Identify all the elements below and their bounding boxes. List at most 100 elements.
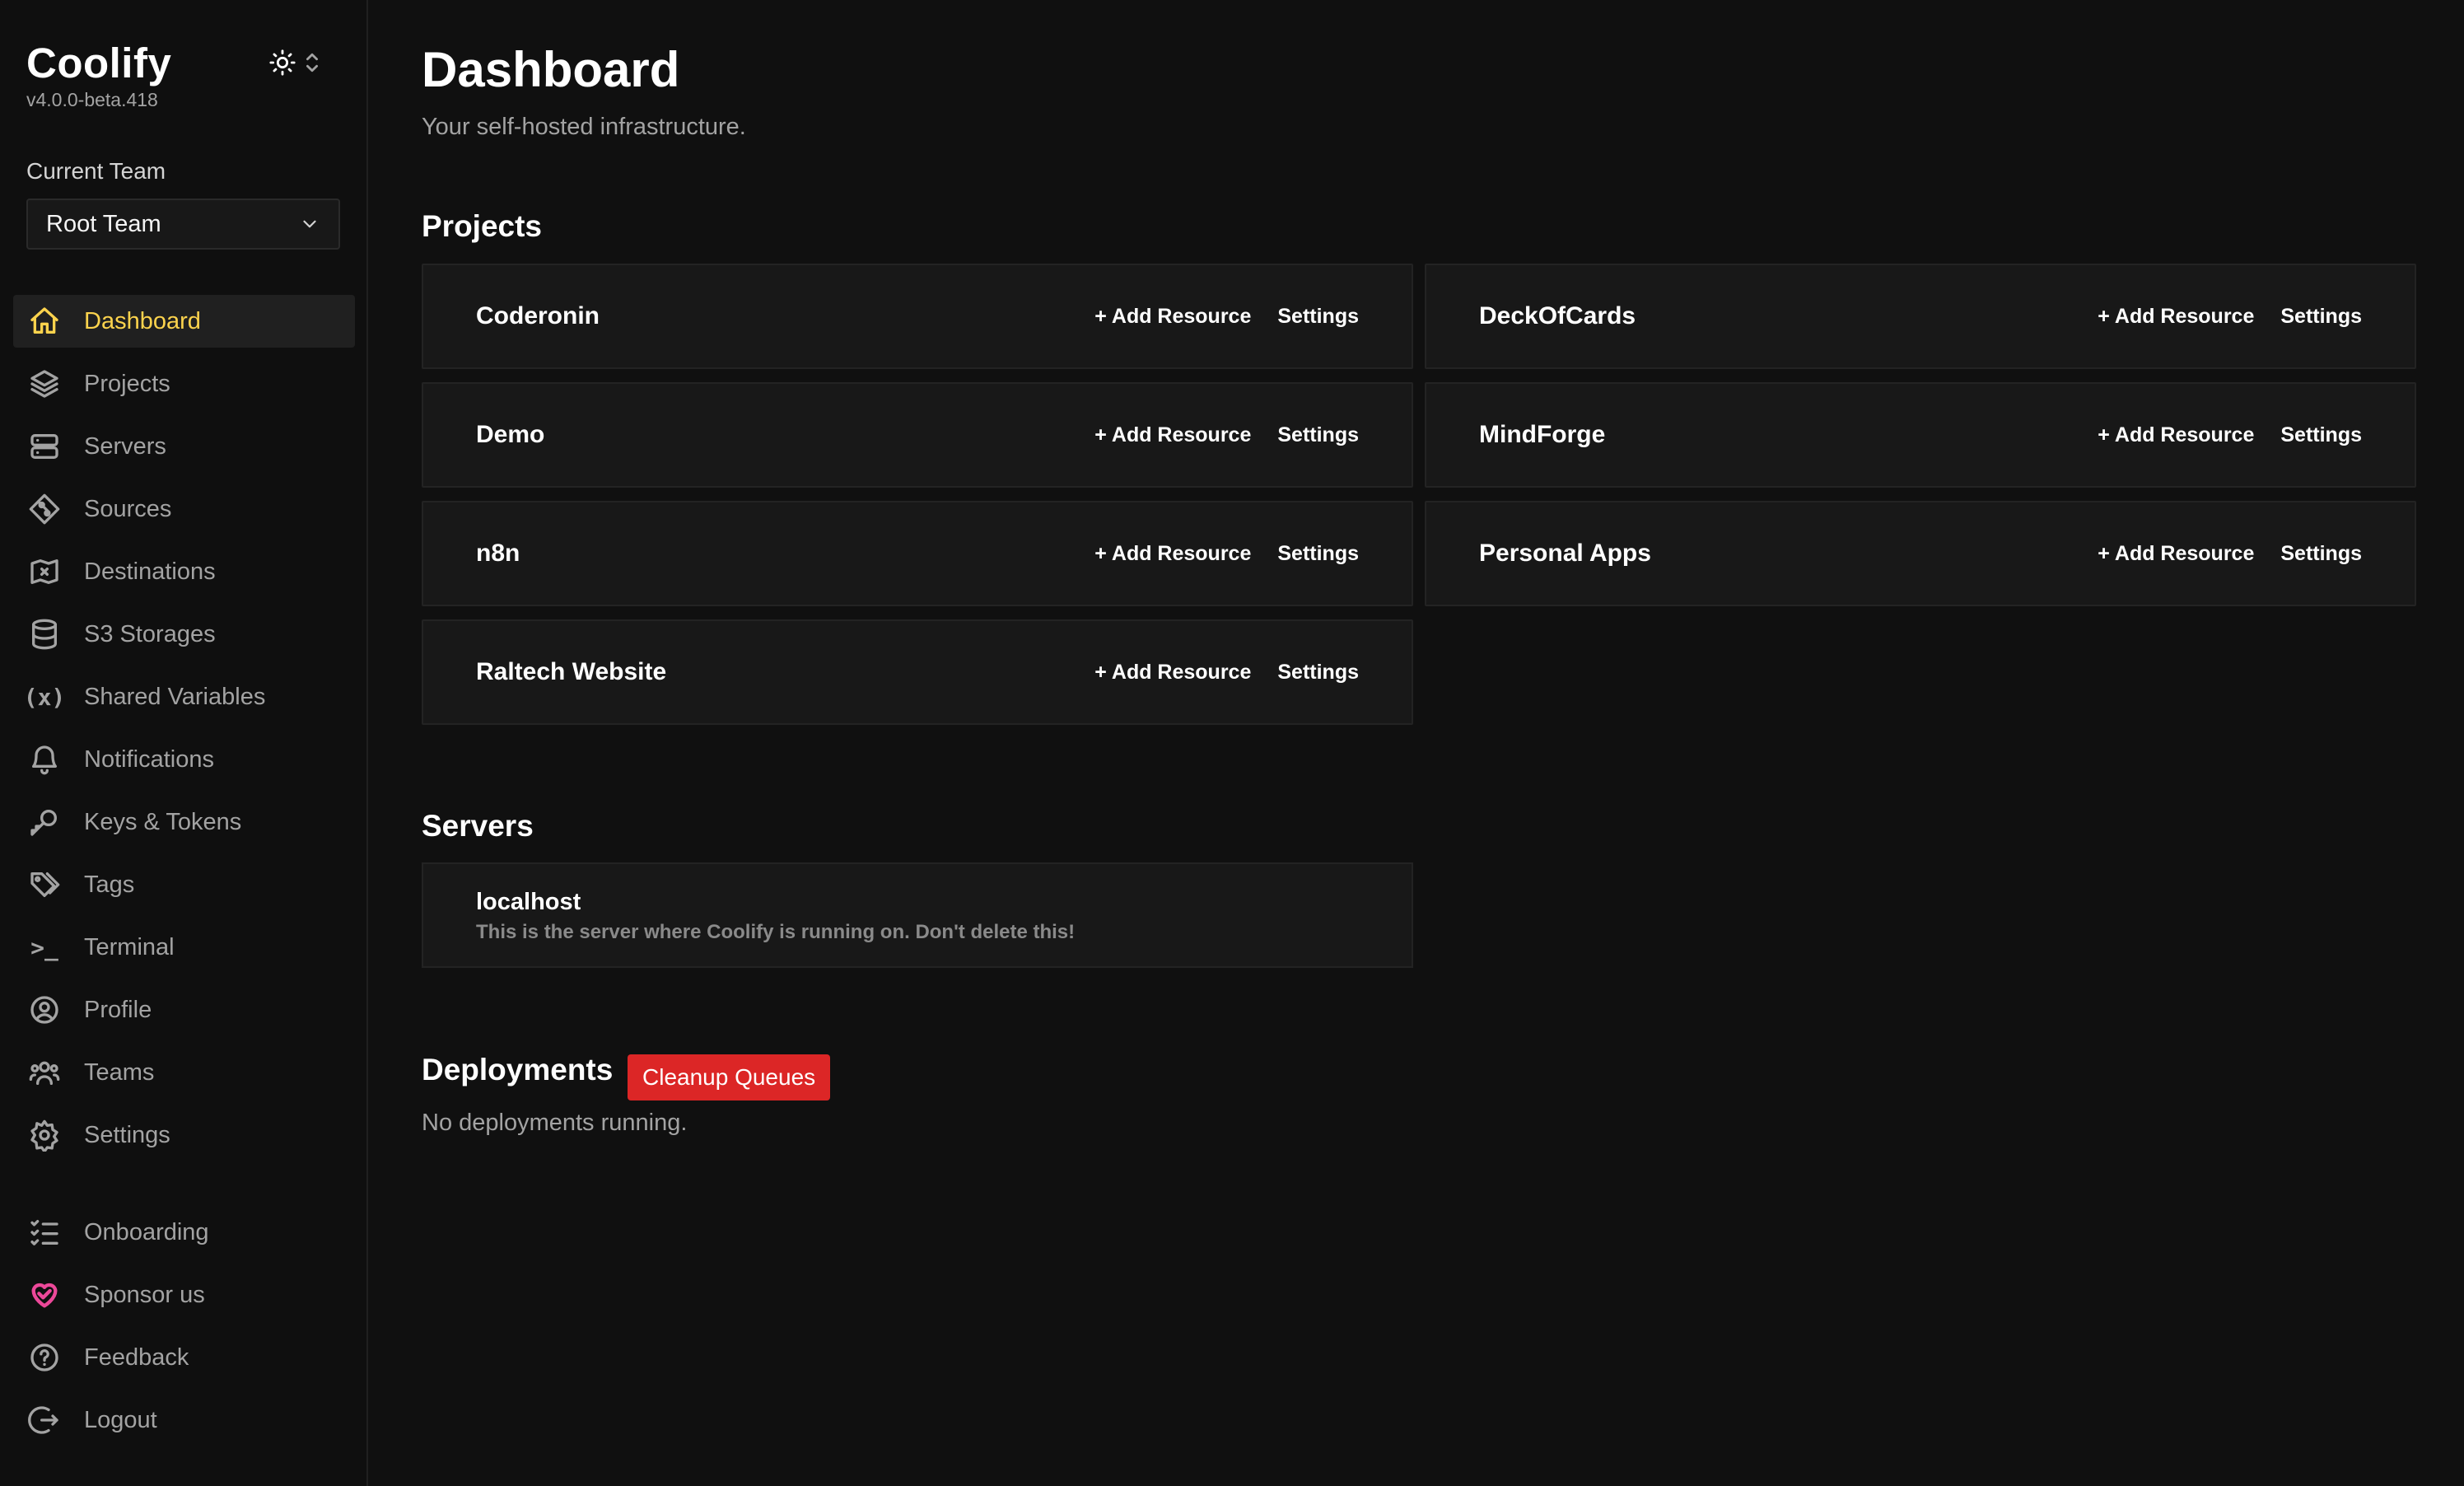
bell-icon (26, 741, 63, 778)
nav-item-tags[interactable]: Tags (13, 858, 355, 911)
brand: Coolify v4.0.0-beta.418 (26, 38, 171, 111)
cleanup-queues-button[interactable]: Cleanup Queues (628, 1054, 831, 1100)
project-settings-button[interactable]: Settings (2280, 423, 2362, 447)
servers-heading: Servers (422, 809, 534, 843)
team-select[interactable]: Root Team (26, 199, 340, 250)
nav-item-logout[interactable]: Logout (13, 1394, 355, 1446)
nav-item-profile[interactable]: Profile (13, 984, 355, 1036)
tags-icon (26, 867, 63, 903)
nav-item-label: Teams (84, 1058, 155, 1086)
project-name[interactable]: Raltech Website (476, 658, 1068, 686)
nav-item-projects[interactable]: Projects (13, 357, 355, 410)
project-settings-button[interactable]: Settings (2280, 305, 2362, 329)
project-name[interactable]: Demo (476, 421, 1068, 449)
nav-item-settings[interactable]: Settings (13, 1109, 355, 1161)
projects-grid: Coderonin + Add Resource Settings DeckOf… (422, 264, 2416, 725)
add-resource-button[interactable]: + Add Resource (2098, 542, 2254, 566)
nav-item-s3-storages[interactable]: S3 Storages (13, 608, 355, 661)
nav-item-keys-tokens[interactable]: Keys & Tokens (13, 796, 355, 848)
nav-item-feedback[interactable]: Feedback (13, 1331, 355, 1384)
add-resource-button[interactable]: + Add Resource (1094, 661, 1251, 685)
app-name[interactable]: Coolify (26, 38, 171, 89)
home-icon (26, 303, 63, 339)
main-nav: Dashboard Projects Servers Sources Desti… (13, 295, 355, 1171)
nav-item-sources[interactable]: Sources (13, 483, 355, 535)
variable-icon: (x) (23, 683, 66, 711)
deployments-status: No deployments running. (422, 1110, 688, 1136)
project-name[interactable]: MindForge (1479, 421, 2071, 449)
project-settings-button[interactable]: Settings (1277, 305, 1359, 329)
projects-heading: Projects (422, 209, 543, 243)
nav-item-label: Projects (84, 370, 170, 397)
project-settings-button[interactable]: Settings (1277, 542, 1359, 566)
server-description: This is the server where Coolify is runn… (476, 921, 1076, 943)
add-resource-button[interactable]: + Add Resource (2098, 423, 2254, 447)
sidebar: Coolify v4.0.0-beta.418 Current Team Roo… (0, 0, 368, 1486)
logout-icon (26, 1402, 63, 1438)
chevron-up-down-icon (306, 53, 318, 72)
project-card[interactable]: MindForge + Add Resource Settings (1425, 382, 2416, 488)
nav-item-label: Notifications (84, 745, 214, 773)
nav-item-label: Sponsor us (84, 1281, 205, 1308)
users-icon (26, 1054, 63, 1091)
server-icon (26, 428, 63, 465)
nav-item-destinations[interactable]: Destinations (13, 545, 355, 598)
project-name[interactable]: Coderonin (476, 302, 1068, 330)
team-select-value: Root Team (46, 210, 161, 237)
project-name[interactable]: Personal Apps (1479, 540, 2071, 568)
nav-item-notifications[interactable]: Notifications (13, 733, 355, 786)
project-card[interactable]: Demo + Add Resource Settings (422, 382, 1413, 488)
nav-item-teams[interactable]: Teams (13, 1046, 355, 1099)
app-version: v4.0.0-beta.418 (26, 89, 158, 110)
project-card[interactable]: Raltech Website + Add Resource Settings (422, 619, 1413, 725)
nav-item-label: Onboarding (84, 1218, 209, 1245)
project-card[interactable]: Personal Apps + Add Resource Settings (1425, 501, 2416, 606)
add-resource-button[interactable]: + Add Resource (2098, 305, 2254, 329)
user-circle-icon (26, 992, 63, 1028)
add-resource-button[interactable]: + Add Resource (1094, 542, 1251, 566)
server-card[interactable]: localhost This is the server where Cooli… (422, 862, 1413, 968)
checklist-icon (26, 1214, 63, 1250)
project-settings-button[interactable]: Settings (2280, 542, 2362, 566)
page-subtitle: Your self-hosted infrastructure. (422, 114, 746, 140)
nav-item-shared-variables[interactable]: (x) Shared Variables (13, 671, 355, 723)
project-card[interactable]: DeckOfCards + Add Resource Settings (1425, 264, 2416, 369)
page-title: Dashboard (422, 42, 680, 97)
layers-icon (26, 366, 63, 402)
nav-item-onboarding[interactable]: Onboarding (13, 1206, 355, 1259)
sun-icon (269, 49, 296, 76)
nav-item-label: S3 Storages (84, 620, 216, 647)
chevron-down-icon (303, 220, 316, 228)
git-icon (26, 491, 63, 527)
theme-toggle[interactable] (268, 46, 334, 79)
server-name: localhost (476, 889, 581, 915)
project-name[interactable]: n8n (476, 540, 1068, 568)
nav-item-dashboard[interactable]: Dashboard (13, 295, 355, 348)
nav-item-terminal[interactable]: >_ Terminal (13, 921, 355, 974)
nav-item-label: Keys & Tokens (84, 808, 242, 835)
gear-icon (26, 1117, 63, 1153)
project-card[interactable]: n8n + Add Resource Settings (422, 501, 1413, 606)
database-icon (26, 616, 63, 652)
nav-item-label: Destinations (84, 558, 216, 585)
nav-item-label: Profile (84, 996, 152, 1023)
project-card[interactable]: Coderonin + Add Resource Settings (422, 264, 1413, 369)
nav-item-label: Shared Variables (84, 683, 266, 710)
nav-item-label: Sources (84, 495, 172, 522)
add-resource-button[interactable]: + Add Resource (1094, 305, 1251, 329)
nav-item-label: Terminal (84, 933, 175, 960)
nav-item-label: Tags (84, 871, 135, 898)
current-team-label: Current Team (26, 158, 166, 184)
nav-item-label: Feedback (84, 1343, 189, 1371)
nav-item-servers[interactable]: Servers (13, 420, 355, 473)
add-resource-button[interactable]: + Add Resource (1094, 423, 1251, 447)
nav-item-sponsor[interactable]: Sponsor us (13, 1269, 355, 1321)
nav-item-label: Logout (84, 1406, 157, 1433)
secondary-nav: Onboarding Sponsor us Feedback Logout (13, 1206, 355, 1456)
nav-item-label: Servers (84, 432, 166, 460)
key-icon (26, 804, 63, 840)
project-settings-button[interactable]: Settings (1277, 423, 1359, 447)
project-settings-button[interactable]: Settings (1277, 661, 1359, 685)
project-name[interactable]: DeckOfCards (1479, 302, 2071, 330)
help-icon (26, 1339, 63, 1376)
